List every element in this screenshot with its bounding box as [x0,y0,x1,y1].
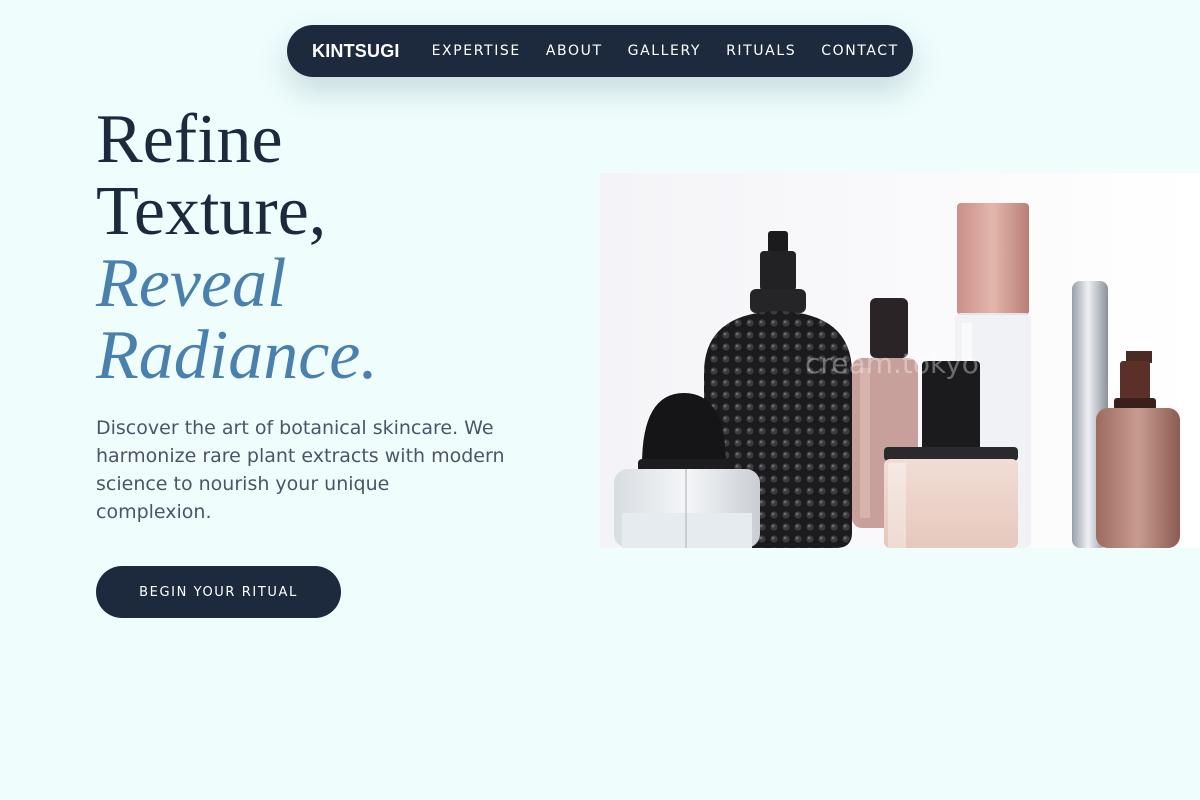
top-nav: KINTSUGI EXPERTISE ABOUT GALLERY RITUALS… [287,25,913,77]
nav-link-gallery[interactable]: GALLERY [628,43,701,59]
hero-title: Refine Texture, Reveal Radiance. [96,104,378,392]
brand-logo[interactable]: KINTSUGI [312,41,400,62]
nav-link-contact[interactable]: CONTACT [821,43,899,59]
perfume-bottles-illustration: cream.tokyo [600,173,1200,548]
hero-description: Discover the art of botanical skincare. … [96,417,505,523]
hero-title-line: Texture, [96,173,327,250]
nav-links: EXPERTISE ABOUT GALLERY RITUALS CONTACT [432,43,899,59]
hero-title-accent-line: Radiance. [96,317,378,394]
hero-title-line: Refine [96,101,283,178]
begin-ritual-button[interactable]: BEGIN YOUR RITUAL [96,566,341,618]
nav-link-rituals[interactable]: RITUALS [726,43,796,59]
hero-product-image: cream.tokyo [600,173,1200,548]
nav-link-about[interactable]: ABOUT [546,43,603,59]
nav-link-expertise[interactable]: EXPERTISE [432,43,521,59]
hero-title-accent-line: Reveal [96,245,287,322]
image-watermark: cream.tokyo [805,347,979,380]
